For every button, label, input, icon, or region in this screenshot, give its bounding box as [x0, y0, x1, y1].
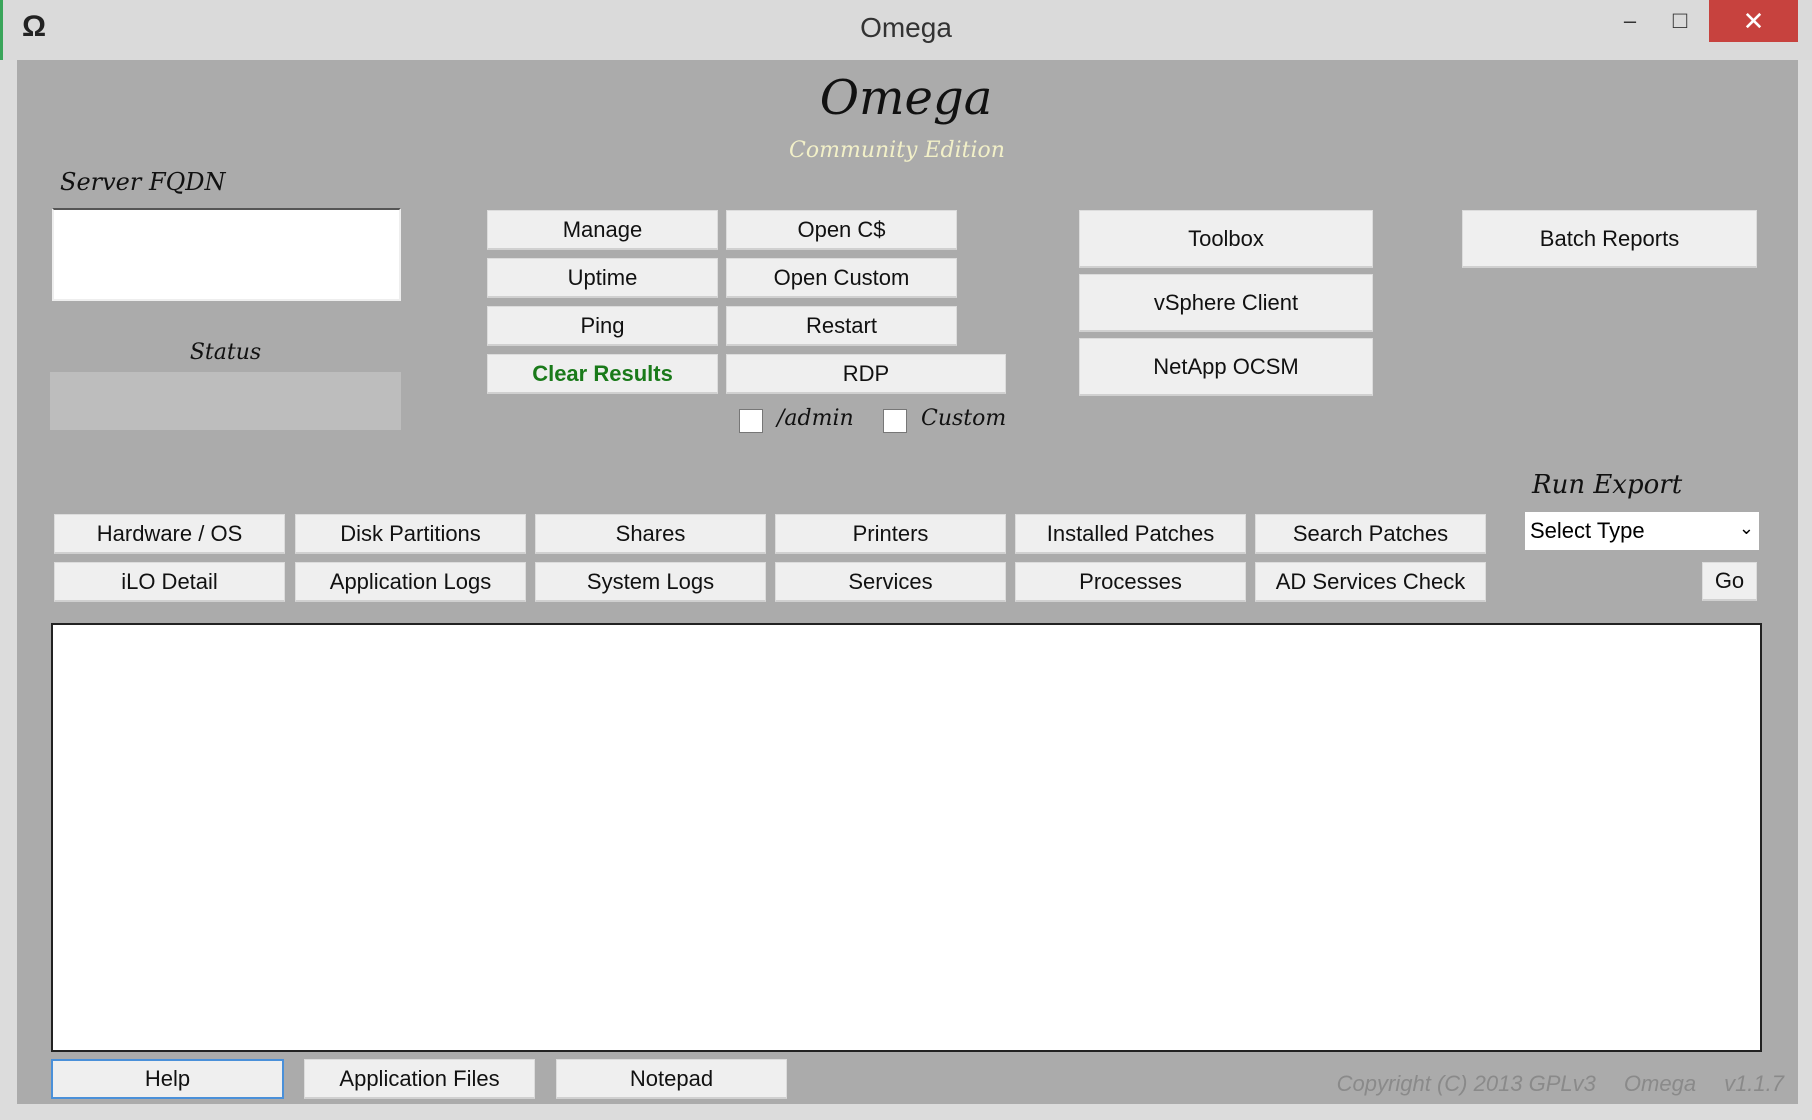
ping-button[interactable]: Ping — [487, 306, 718, 346]
window-title: Omega — [860, 12, 952, 43]
export-type-select[interactable]: Select Type ⌄ — [1525, 512, 1759, 550]
services-button[interactable]: Services — [775, 562, 1006, 602]
batch-reports-button[interactable]: Batch Reports — [1462, 210, 1757, 268]
system-logs-button[interactable]: System Logs — [535, 562, 766, 602]
copyright-text: Copyright (C) 2013 GPLv3 — [1336, 1071, 1596, 1096]
disk-partitions-button[interactable]: Disk Partitions — [295, 514, 526, 554]
uptime-button[interactable]: Uptime — [487, 258, 718, 298]
export-type-value: Select Type — [1530, 518, 1645, 543]
chevron-down-icon: ⌄ — [1738, 518, 1754, 538]
server-fqdn-label: Server FQDN — [60, 168, 226, 196]
logo-subtitle: Community Edition — [789, 138, 1005, 163]
rdp-button[interactable]: RDP — [726, 354, 1006, 394]
admin-checkbox[interactable] — [739, 409, 763, 433]
minimize-icon[interactable]: – — [1610, 0, 1650, 42]
copyright-footer: Copyright (C) 2013 GPLv3 Omega v1.1.7 — [1337, 1071, 1784, 1097]
printers-button[interactable]: Printers — [775, 514, 1006, 554]
application-logs-button[interactable]: Application Logs — [295, 562, 526, 602]
version-text: v1.1.7 — [1724, 1071, 1784, 1096]
ilo-detail-button[interactable]: iLO Detail — [54, 562, 285, 602]
clear-results-button[interactable]: Clear Results — [487, 354, 718, 394]
custom-checkbox-label: Custom — [921, 406, 1007, 431]
toolbox-button[interactable]: Toolbox — [1079, 210, 1373, 268]
run-export-label: Run Export — [1532, 470, 1683, 500]
open-c-button[interactable]: Open C$ — [726, 210, 957, 250]
manage-button[interactable]: Manage — [487, 210, 718, 250]
ad-services-check-button[interactable]: AD Services Check — [1255, 562, 1486, 602]
logo-title: Omega — [819, 70, 993, 126]
custom-checkbox[interactable] — [883, 409, 907, 433]
results-output[interactable] — [51, 623, 1762, 1052]
notepad-button[interactable]: Notepad — [556, 1059, 787, 1099]
product-name: Omega — [1623, 1071, 1697, 1096]
processes-button[interactable]: Processes — [1015, 562, 1246, 602]
server-fqdn-input[interactable] — [52, 208, 401, 301]
installed-patches-button[interactable]: Installed Patches — [1015, 514, 1246, 554]
maximize-icon[interactable]: □ — [1660, 0, 1700, 42]
go-button[interactable]: Go — [1702, 562, 1757, 601]
hardware-os-button[interactable]: Hardware / OS — [54, 514, 285, 554]
shares-button[interactable]: Shares — [535, 514, 766, 554]
netapp-ocsm-button[interactable]: NetApp OCSM — [1079, 338, 1373, 396]
status-box — [50, 372, 401, 430]
close-icon[interactable]: ✕ — [1709, 0, 1798, 42]
admin-checkbox-label: /admin — [777, 406, 854, 431]
help-button[interactable]: Help — [51, 1059, 284, 1099]
vsphere-client-button[interactable]: vSphere Client — [1079, 274, 1373, 332]
status-label: Status — [189, 340, 262, 365]
application-files-button[interactable]: Application Files — [304, 1059, 535, 1099]
restart-button[interactable]: Restart — [726, 306, 957, 346]
search-patches-button[interactable]: Search Patches — [1255, 514, 1486, 554]
open-custom-button[interactable]: Open Custom — [726, 258, 957, 298]
